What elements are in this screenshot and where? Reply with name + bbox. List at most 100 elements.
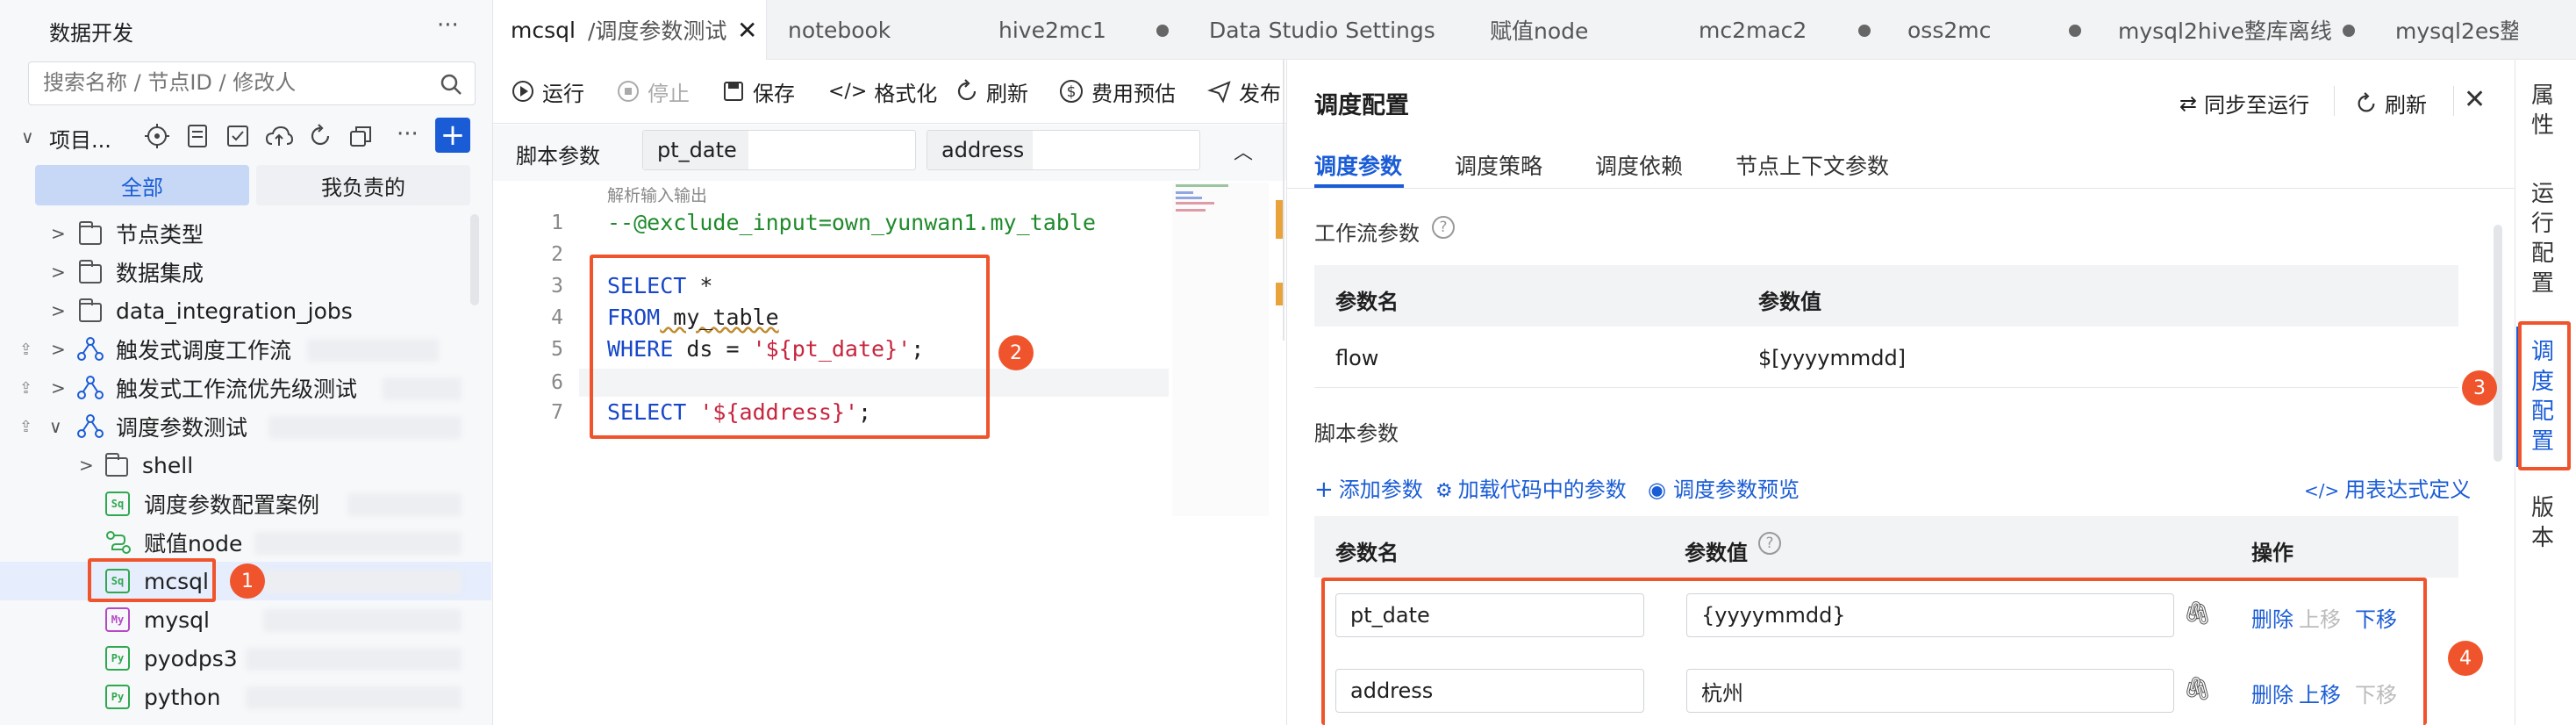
run-button[interactable]: 运行 bbox=[511, 74, 584, 109]
tab-mcsql[interactable]: mcsql /调度参数测试 ✕ bbox=[493, 0, 767, 60]
upload-cloud-icon[interactable] bbox=[265, 123, 293, 149]
param-preview-button[interactable]: ◉ 调度参数预览 bbox=[1648, 472, 1800, 503]
cost-estimate-button[interactable]: $ 费用预估 bbox=[1058, 74, 1176, 109]
filter-all-button[interactable]: 全部 bbox=[35, 165, 249, 205]
load-code-params-button[interactable]: ⚙ 加载代码中的参数 bbox=[1435, 472, 1627, 503]
tab-node-context-params[interactable]: 节点上下文参数 bbox=[1735, 149, 1889, 181]
tree-item-trigger-priority-test[interactable]: ⇪ > 触发式工作流优先级测试 bbox=[0, 369, 491, 407]
blurred-owner bbox=[254, 532, 462, 555]
tab-mysql2hive[interactable]: mysql2hive整库离线 bbox=[2118, 0, 2332, 60]
search-icon[interactable] bbox=[440, 73, 462, 96]
save-icon bbox=[724, 82, 743, 101]
tree-item-trigger-workflow[interactable]: ⇪ > 触发式调度工作流 bbox=[0, 330, 491, 369]
tab-schedule-dependency[interactable]: 调度依赖 bbox=[1595, 149, 1683, 181]
rail-tab-run-config[interactable]: 运行配置 bbox=[2527, 179, 2558, 298]
rail-tab-version[interactable]: 版本 bbox=[2527, 493, 2558, 553]
collapse-all-icon[interactable] bbox=[347, 123, 374, 149]
stop-button[interactable]: 停止 bbox=[616, 74, 690, 109]
tab-mysql2es[interactable]: mysql2es整 bbox=[2395, 0, 2518, 60]
sidebar-title: 数据开发 bbox=[49, 21, 133, 46]
divider bbox=[1283, 60, 1284, 341]
format-button[interactable]: </> 格式化 bbox=[828, 74, 937, 109]
tab-schedule-params[interactable]: 调度参数 bbox=[1314, 149, 1402, 181]
workflow-icon bbox=[77, 376, 104, 399]
panel-scrollbar[interactable] bbox=[2494, 225, 2502, 462]
panel-refresh-button[interactable]: 刷新 bbox=[2355, 88, 2427, 118]
tab-assign-node[interactable]: 赋值node bbox=[1490, 0, 1588, 60]
annotation-badge-1: 1 bbox=[230, 563, 265, 599]
annotation-badge-4: 4 bbox=[2448, 641, 2483, 676]
tab-schedule-strategy[interactable]: 调度策略 bbox=[1455, 149, 1542, 181]
share-icon: ⇪ bbox=[19, 417, 33, 436]
locate-icon[interactable] bbox=[144, 123, 170, 149]
panel-title: 调度配置 bbox=[1314, 92, 1409, 119]
param-pt-date-field[interactable]: pt_date bbox=[642, 130, 916, 170]
blurred-owner bbox=[246, 686, 462, 709]
expression-define-button[interactable]: </> 用表达式定义 bbox=[2304, 472, 2471, 503]
unsaved-dot-icon bbox=[2343, 25, 2355, 37]
create-plus-button[interactable]: + bbox=[435, 118, 470, 153]
line-number: 2 bbox=[551, 243, 563, 266]
checklist-icon[interactable] bbox=[225, 123, 251, 149]
sync-to-run-button[interactable]: ⇄ 同步至运行 bbox=[2179, 88, 2309, 118]
annotation-box-2 bbox=[590, 255, 990, 439]
tab-oss2mc[interactable]: oss2mc bbox=[1907, 0, 1991, 60]
refresh-icon[interactable] bbox=[307, 123, 333, 149]
tab-hive2mc1[interactable]: hive2mc1 bbox=[998, 0, 1106, 60]
rail-tab-properties[interactable]: 属性 bbox=[2527, 81, 2558, 140]
workflow-icon bbox=[77, 414, 104, 438]
project-label[interactable]: 项目... bbox=[49, 123, 111, 154]
close-icon[interactable]: ✕ bbox=[2464, 84, 2486, 115]
col-operations: 操作 bbox=[2251, 541, 2293, 565]
divider bbox=[2453, 86, 2454, 116]
pyodps3-node-icon: Py bbox=[105, 646, 130, 671]
tree-item-param-config-case[interactable]: Sq 调度参数配置案例 bbox=[0, 485, 491, 523]
tab-notebook[interactable]: notebook bbox=[788, 0, 891, 60]
tree-item-shell[interactable]: > shell bbox=[0, 446, 491, 485]
code-line-1[interactable]: --@exclude_input=own_yunwan1.my_table bbox=[607, 209, 1096, 237]
save-button[interactable]: 保存 bbox=[721, 74, 795, 109]
parse-io-hint[interactable]: 解析输入输出 bbox=[607, 183, 707, 206]
col-param-name: 参数名 bbox=[1335, 290, 1399, 314]
publish-button[interactable]: 发布 bbox=[1207, 74, 1281, 109]
col-param-value: 参数值 bbox=[1758, 290, 1821, 314]
tree-item-pyodps3[interactable]: Py pyodps3 bbox=[0, 639, 491, 678]
chevron-down-icon[interactable]: ∨ bbox=[21, 126, 34, 147]
close-icon[interactable]: ✕ bbox=[737, 16, 757, 45]
plus-icon: + bbox=[1314, 477, 1334, 503]
collapse-up-icon[interactable]: ︿ bbox=[1234, 137, 1253, 165]
sidebar-more-icon[interactable]: ··· bbox=[437, 12, 459, 39]
more-icon[interactable]: ··· bbox=[397, 121, 419, 147]
sidebar-search[interactable] bbox=[28, 61, 476, 105]
new-file-icon[interactable] bbox=[184, 123, 211, 149]
tab-data-studio-settings[interactable]: Data Studio Settings bbox=[1209, 0, 1435, 60]
stop-icon bbox=[618, 81, 639, 102]
eye-icon: ◉ bbox=[1648, 477, 1666, 502]
tree-item-node-types[interactable]: > 节点类型 bbox=[0, 214, 491, 253]
share-icon: ⇪ bbox=[19, 340, 33, 359]
workflow-params-header bbox=[1314, 265, 2458, 327]
tree-item-mysql[interactable]: My mysql bbox=[0, 600, 491, 639]
folder-icon bbox=[79, 260, 102, 284]
tab-mc2mac2[interactable]: mc2mac2 bbox=[1699, 0, 1807, 60]
script-params-label: 脚本参数 bbox=[516, 144, 600, 169]
tree-item-schedule-param-test[interactable]: ⇪ ∨ 调度参数测试 bbox=[0, 407, 491, 446]
help-icon[interactable]: ? bbox=[1758, 532, 1781, 555]
minimap[interactable] bbox=[1172, 183, 1269, 516]
line-number: 5 bbox=[551, 338, 563, 361]
tree-item-python[interactable]: Py python bbox=[0, 678, 491, 716]
search-input[interactable] bbox=[29, 62, 415, 103]
folder-icon bbox=[105, 453, 128, 477]
tree-item-data-integration-jobs[interactable]: > data_integration_jobs bbox=[0, 291, 491, 330]
param-address-field[interactable]: address bbox=[927, 130, 1200, 170]
annotation-badge-2: 2 bbox=[998, 335, 1034, 370]
scroll-marker bbox=[1276, 200, 1283, 239]
load-params-icon: ⚙ bbox=[1435, 480, 1453, 502]
add-param-button[interactable]: + 添加参数 bbox=[1314, 472, 1423, 503]
mysql-node-icon: My bbox=[105, 607, 130, 632]
filter-mine-button[interactable]: 我负责的 bbox=[256, 165, 470, 205]
tree-item-data-integration[interactable]: > 数据集成 bbox=[0, 253, 491, 291]
refresh-button[interactable]: 刷新 bbox=[955, 74, 1028, 109]
help-icon[interactable]: ? bbox=[1432, 216, 1455, 239]
tree-item-assign-node[interactable]: 赋值node bbox=[0, 523, 491, 562]
